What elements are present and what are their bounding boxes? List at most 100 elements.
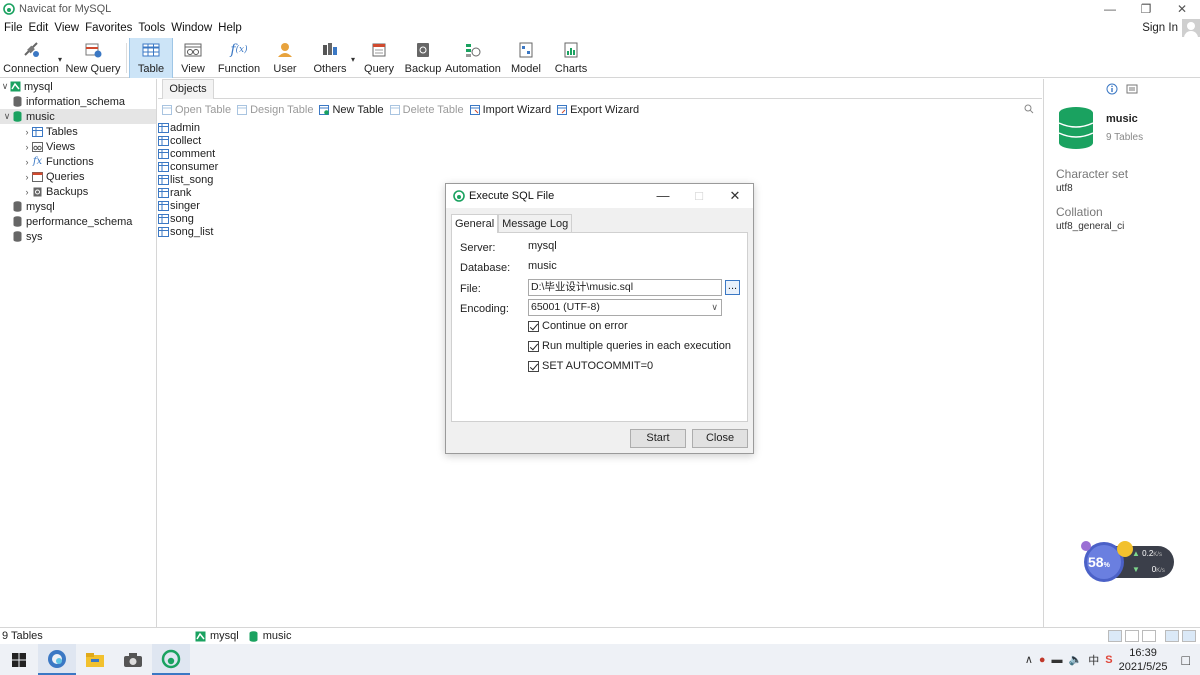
avatar-icon[interactable] (1182, 19, 1200, 37)
import-wizard-button[interactable]: Import Wizard (469, 104, 551, 116)
dialog-close-button[interactable]: ✕ (717, 184, 753, 208)
list-item[interactable]: admin (158, 121, 358, 134)
sign-in-area[interactable]: Sign In (1142, 18, 1200, 38)
menu-window[interactable]: Window (171, 22, 212, 34)
chevron-up-icon[interactable]: ∧ (1025, 653, 1033, 666)
chevron-down-icon[interactable]: ∨ (2, 111, 12, 122)
browse-file-button[interactable]: ... (725, 280, 740, 295)
toolbar-charts[interactable]: Charts (549, 38, 593, 78)
notification-icon[interactable]: □ (1182, 652, 1190, 668)
grid-view-icon[interactable] (1108, 630, 1122, 642)
dialog-minimize-button[interactable]: — (645, 184, 681, 208)
tab-objects[interactable]: Objects (162, 79, 214, 99)
menu-favorites[interactable]: Favorites (85, 22, 132, 34)
start-button[interactable]: Start (630, 429, 686, 448)
ddl-icon[interactable] (1126, 83, 1138, 95)
query-icon (369, 41, 389, 59)
toolbar-automation[interactable]: Automation (443, 38, 503, 78)
network-speed-widget[interactable]: 58% ▲ 0.2K/s ▼ 0K/s (1080, 540, 1176, 586)
tree-item-backups[interactable]: › Backups (0, 184, 156, 199)
list-item[interactable]: collect (158, 134, 358, 147)
import-wizard-icon (469, 105, 480, 115)
file-path-input[interactable]: D:\毕业设计\music.sql (528, 279, 722, 296)
tree-item-views[interactable]: › Views (0, 139, 156, 154)
new-table-button[interactable]: New Table (319, 104, 384, 116)
close-window-button[interactable]: ✕ (1164, 0, 1200, 18)
menu-edit[interactable]: Edit (29, 22, 49, 34)
tab-message-log[interactable]: Message Log (498, 214, 573, 232)
qq-icon[interactable]: ● (1039, 654, 1046, 666)
title-bar: Navicat for MySQL — ❐ ✕ (0, 0, 1200, 18)
open-table-button[interactable]: Open Table (162, 104, 231, 116)
tree-db-information-schema[interactable]: information_schema (0, 94, 156, 109)
search-icon[interactable] (1024, 104, 1034, 114)
list-view-icon[interactable] (1125, 630, 1139, 642)
menu-view[interactable]: View (54, 22, 79, 34)
taskbar-camera[interactable] (114, 644, 152, 675)
toolbar-user[interactable]: User (265, 38, 305, 78)
list-item[interactable]: song_list (158, 225, 358, 238)
list-item[interactable]: list_song (158, 173, 358, 186)
tree-db-music[interactable]: ∨ music (0, 109, 156, 124)
minimize-button[interactable]: — (1092, 0, 1128, 18)
toolbar-query[interactable]: Query (355, 38, 403, 78)
taskbar-file-explorer[interactable] (76, 644, 114, 675)
list-item[interactable]: comment (158, 147, 358, 160)
toolbar-backup[interactable]: Backup (403, 38, 443, 78)
list-item[interactable]: rank (158, 186, 358, 199)
tab-general[interactable]: General (451, 214, 499, 233)
design-table-button[interactable]: Design Table (237, 104, 313, 116)
toolbar-model[interactable]: Model (503, 38, 549, 78)
restore-button[interactable]: ❐ (1128, 0, 1164, 18)
chevron-right-icon[interactable]: › (22, 142, 32, 152)
run-multiple-queries-checkbox[interactable]: Run multiple queries in each execution (528, 340, 731, 352)
list-item[interactable]: singer (158, 199, 358, 212)
delete-table-button[interactable]: Delete Table (389, 104, 464, 116)
menu-help[interactable]: Help (218, 22, 242, 34)
chevron-right-icon[interactable]: › (22, 187, 32, 197)
tree-item-queries[interactable]: › Queries (0, 169, 156, 184)
continue-on-error-checkbox[interactable]: Continue on error (528, 320, 628, 332)
tree-db-mysql[interactable]: mysql (0, 199, 156, 214)
chevron-right-icon[interactable]: › (22, 157, 32, 167)
tree-db-sys[interactable]: sys (0, 229, 156, 244)
list-item[interactable]: consumer (158, 160, 358, 173)
toolbar-others[interactable]: Others ▾ (305, 38, 355, 78)
sogou-icon[interactable]: S (1105, 654, 1112, 666)
detail-view-icon[interactable] (1142, 630, 1156, 642)
dialog-title: Execute SQL File (469, 190, 555, 202)
list-item[interactable]: song (158, 212, 358, 225)
battery-icon[interactable]: ▬ (1052, 654, 1063, 666)
navicat-logo-icon (161, 649, 181, 668)
menu-tools[interactable]: Tools (138, 22, 165, 34)
close-button[interactable]: Close (692, 429, 748, 448)
right-pane-toggle-icon[interactable] (1182, 630, 1196, 642)
toolbar-connection[interactable]: Connection ▾ (0, 38, 62, 78)
toolbar-new-query[interactable]: New Query (62, 38, 124, 78)
ime-icon[interactable]: 中 (1088, 652, 1099, 668)
encoding-select[interactable]: 65001 (UTF-8) ∨ (528, 299, 722, 316)
taskbar-navicat[interactable] (152, 644, 190, 675)
tree-connection-mysql[interactable]: ∨ mysql (0, 79, 156, 94)
tree-db-performance-schema[interactable]: performance_schema (0, 214, 156, 229)
info-icon[interactable] (1106, 83, 1118, 95)
volume-icon[interactable]: 🔈 (1069, 653, 1083, 666)
system-tray: ∧ ● ▬ 🔈 中 S 16:39 2021/5/25 □ (1025, 644, 1200, 675)
sign-in-link[interactable]: Sign In (1142, 22, 1178, 34)
clock[interactable]: 16:39 2021/5/25 (1119, 646, 1168, 674)
toolbar-function[interactable]: f (x) Function (213, 38, 265, 78)
menu-file[interactable]: File (4, 22, 23, 34)
toolbar-view[interactable]: View (173, 38, 213, 78)
tree-item-functions[interactable]: › fx Functions (0, 154, 156, 169)
toolbar-table[interactable]: Table (129, 38, 173, 78)
chevron-right-icon[interactable]: › (22, 127, 32, 137)
left-pane-toggle-icon[interactable] (1165, 630, 1179, 642)
start-button[interactable] (0, 644, 38, 675)
export-wizard-button[interactable]: Export Wizard (557, 104, 639, 116)
taskbar-edge[interactable] (38, 644, 76, 675)
tree-item-tables[interactable]: › Tables (0, 124, 156, 139)
close-icon: ✕ (1176, 2, 1188, 16)
chevron-right-icon[interactable]: › (22, 172, 32, 182)
set-autocommit-checkbox[interactable]: SET AUTOCOMMIT=0 (528, 360, 653, 372)
chevron-down-icon[interactable]: ∨ (0, 81, 10, 92)
